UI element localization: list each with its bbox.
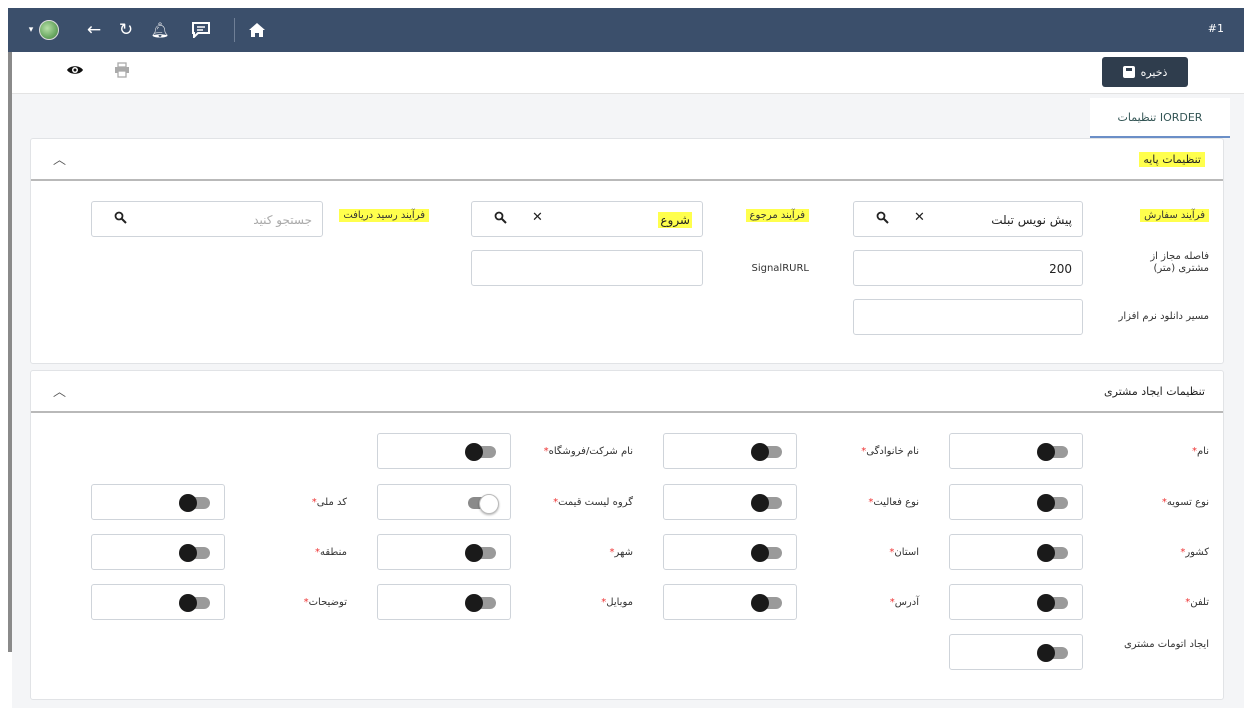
download-path-input[interactable] xyxy=(853,299,1083,335)
national-code-toggle-box xyxy=(91,484,225,520)
base-settings-header[interactable]: ︿ تنظیمات پایه xyxy=(31,139,1223,181)
phone-toggle[interactable] xyxy=(1037,594,1068,612)
city-label: *شهر xyxy=(609,547,633,558)
printer-icon[interactable] xyxy=(114,62,130,82)
city-toggle-box xyxy=(377,534,511,570)
caret-down-icon[interactable]: ▾ xyxy=(26,8,36,52)
region-toggle[interactable] xyxy=(179,544,210,562)
activity-type-toggle-box xyxy=(663,484,797,520)
company-name-toggle[interactable] xyxy=(465,443,496,461)
distance-value: 200 xyxy=(1049,262,1072,276)
country-label: *کشور xyxy=(1180,547,1209,558)
name-toggle-box xyxy=(949,433,1083,469)
floppy-disk-icon xyxy=(1122,66,1135,78)
address-toggle-box xyxy=(663,584,797,620)
close-icon[interactable]: ✕ xyxy=(914,210,925,225)
mobile-toggle[interactable] xyxy=(465,594,496,612)
province-toggle[interactable] xyxy=(751,544,782,562)
auto-create-customer-label: ایجاد اتومات مشتری xyxy=(1123,639,1209,650)
chevron-up-icon[interactable]: ︿ xyxy=(53,381,66,400)
region-label: *منطقه xyxy=(315,547,347,558)
mobile-label: *موبایل xyxy=(601,597,633,608)
country-toggle[interactable] xyxy=(1037,544,1068,562)
family-name-label: *نام خانوادگی xyxy=(861,446,919,457)
description-label: *توضیحات xyxy=(303,597,347,608)
settlement-type-toggle-box xyxy=(949,484,1083,520)
arrow-left-icon[interactable]: ← xyxy=(82,8,106,52)
main-content: تنظیمات IORDER ︿ تنظیمات پایه فرآیند سفا… xyxy=(12,94,1244,708)
tab-label: تنظیمات IORDER xyxy=(1117,110,1203,124)
home-icon[interactable] xyxy=(244,8,270,52)
bell-icon[interactable]: 🔔︎ xyxy=(148,8,172,52)
activity-type-toggle[interactable] xyxy=(751,494,782,512)
province-toggle-box xyxy=(663,534,797,570)
region-toggle-box xyxy=(91,534,225,570)
signalr-input[interactable] xyxy=(471,250,703,286)
distance-label: فاصله مجاز از مشتری (متر) xyxy=(1150,251,1209,274)
chat-icon[interactable] xyxy=(188,8,214,52)
tab-iorder-settings[interactable]: تنظیمات IORDER xyxy=(1090,98,1230,138)
receipt-process-label: فرآیند رسید دریافت xyxy=(339,209,429,222)
company-name-toggle-box xyxy=(377,433,511,469)
price-list-group-toggle[interactable] xyxy=(468,494,499,514)
description-toggle[interactable] xyxy=(179,594,210,612)
save-button[interactable]: ذخیره xyxy=(1102,57,1188,87)
search-icon[interactable] xyxy=(876,211,889,228)
refresh-icon[interactable]: ↻ xyxy=(114,8,138,52)
receipt-process-placeholder: جستجو کنید xyxy=(253,213,312,227)
search-icon[interactable] xyxy=(114,211,127,228)
name-label: *نام xyxy=(1191,446,1209,457)
chevron-up-icon[interactable]: ︿ xyxy=(53,149,66,168)
customer-settings-panel: ︿ تنظیمات ایجاد مشتری *نام *نام خانوادگی… xyxy=(30,370,1224,700)
address-toggle[interactable] xyxy=(751,594,782,612)
panel-title: تنظیمات ایجاد مشتری xyxy=(1104,385,1205,398)
base-settings-panel: ︿ تنظیمات پایه فرآیند سفارش پیش نویس تبل… xyxy=(30,138,1224,364)
return-process-label: فرآیند مرجوع xyxy=(745,209,809,222)
close-icon[interactable]: ✕ xyxy=(532,210,543,225)
auto-create-customer-toggle-box xyxy=(949,634,1083,670)
price-list-group-toggle-box xyxy=(377,484,511,520)
eye-icon[interactable] xyxy=(66,64,84,80)
signalr-label: SignalRURL xyxy=(751,263,809,274)
customer-settings-header[interactable]: ︿ تنظیمات ایجاد مشتری xyxy=(31,371,1223,413)
company-name-label: *نام شرکت/فروشگاه xyxy=(543,446,633,457)
phone-toggle-box xyxy=(949,584,1083,620)
receipt-process-field[interactable]: جستجو کنید xyxy=(91,201,323,237)
action-toolbar: ذخیره xyxy=(12,52,1244,94)
province-label: *استان xyxy=(889,547,919,558)
order-process-label: فرآیند سفارش xyxy=(1140,209,1209,222)
settlement-type-toggle[interactable] xyxy=(1037,494,1068,512)
distance-input[interactable]: 200 xyxy=(853,250,1083,286)
activity-type-label: *نوع فعالیت xyxy=(868,497,919,508)
settlement-type-label: *نوع تسویه xyxy=(1161,497,1209,508)
description-toggle-box xyxy=(91,584,225,620)
family-name-toggle[interactable] xyxy=(751,443,782,461)
mobile-toggle-box xyxy=(377,584,511,620)
return-process-field[interactable]: شروع ✕ xyxy=(471,201,703,237)
toolbar-divider xyxy=(234,18,235,42)
avatar[interactable] xyxy=(36,8,62,52)
return-process-value: شروع xyxy=(658,212,692,228)
national-code-toggle[interactable] xyxy=(179,494,210,512)
download-path-label: مسیر دانلود نرم افزار xyxy=(1118,311,1209,322)
country-toggle-box xyxy=(949,534,1083,570)
address-label: *آدرس xyxy=(889,597,919,608)
search-icon[interactable] xyxy=(494,211,507,228)
window-number: #1 xyxy=(1207,22,1224,35)
auto-create-customer-toggle[interactable] xyxy=(1037,644,1068,662)
family-name-toggle-box xyxy=(663,433,797,469)
order-process-field[interactable]: پیش نویس تبلت ✕ xyxy=(853,201,1083,237)
order-process-value: پیش نویس تبلت xyxy=(991,213,1072,227)
save-button-label: ذخیره xyxy=(1140,65,1168,79)
phone-label: *تلفن xyxy=(1185,597,1209,608)
top-bar: ▾ ← ↻ 🔔︎ #1 xyxy=(8,8,1244,52)
panel-title: تنظیمات پایه xyxy=(1139,152,1205,167)
name-toggle[interactable] xyxy=(1037,443,1068,461)
city-toggle[interactable] xyxy=(465,544,496,562)
national-code-label: *کد ملی xyxy=(311,497,347,508)
price-list-group-label: *گروه لیست قیمت xyxy=(553,497,633,508)
